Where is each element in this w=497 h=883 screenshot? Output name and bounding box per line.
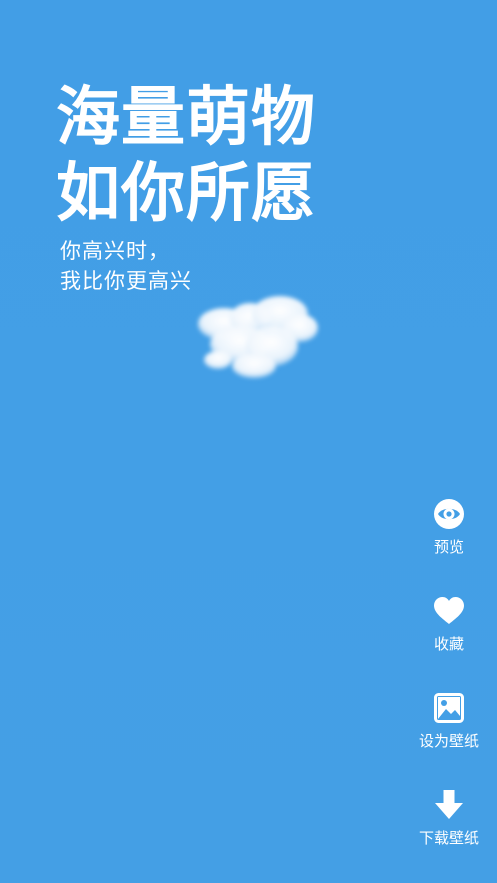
subline: 你高兴时， 我比你更高兴 [60, 236, 192, 296]
download-wallpaper-button[interactable]: 下载壁纸 [410, 788, 488, 868]
image-icon [432, 691, 466, 725]
set-wallpaper-button[interactable]: 设为壁纸 [410, 691, 488, 771]
eye-icon [432, 497, 466, 531]
headline: 海量萌物 如你所愿 [56, 80, 316, 232]
download-arrow-icon [432, 788, 466, 822]
cloud-illustration [198, 296, 318, 378]
set-wallpaper-label: 设为壁纸 [418, 732, 479, 750]
headline-line-2: 如你所愿 [56, 157, 316, 231]
favorite-label: 收藏 [433, 635, 464, 653]
subline-line-1: 你高兴时， [60, 239, 170, 263]
subline-line-2: 我比你更高兴 [60, 269, 192, 293]
favorite-button[interactable]: 收藏 [410, 594, 488, 674]
preview-button[interactable]: 预览 [410, 497, 488, 577]
headline-line-1: 海量萌物 [56, 81, 316, 155]
heart-icon [432, 594, 466, 628]
preview-label: 预览 [433, 538, 464, 556]
download-wallpaper-label: 下载壁纸 [418, 829, 479, 847]
